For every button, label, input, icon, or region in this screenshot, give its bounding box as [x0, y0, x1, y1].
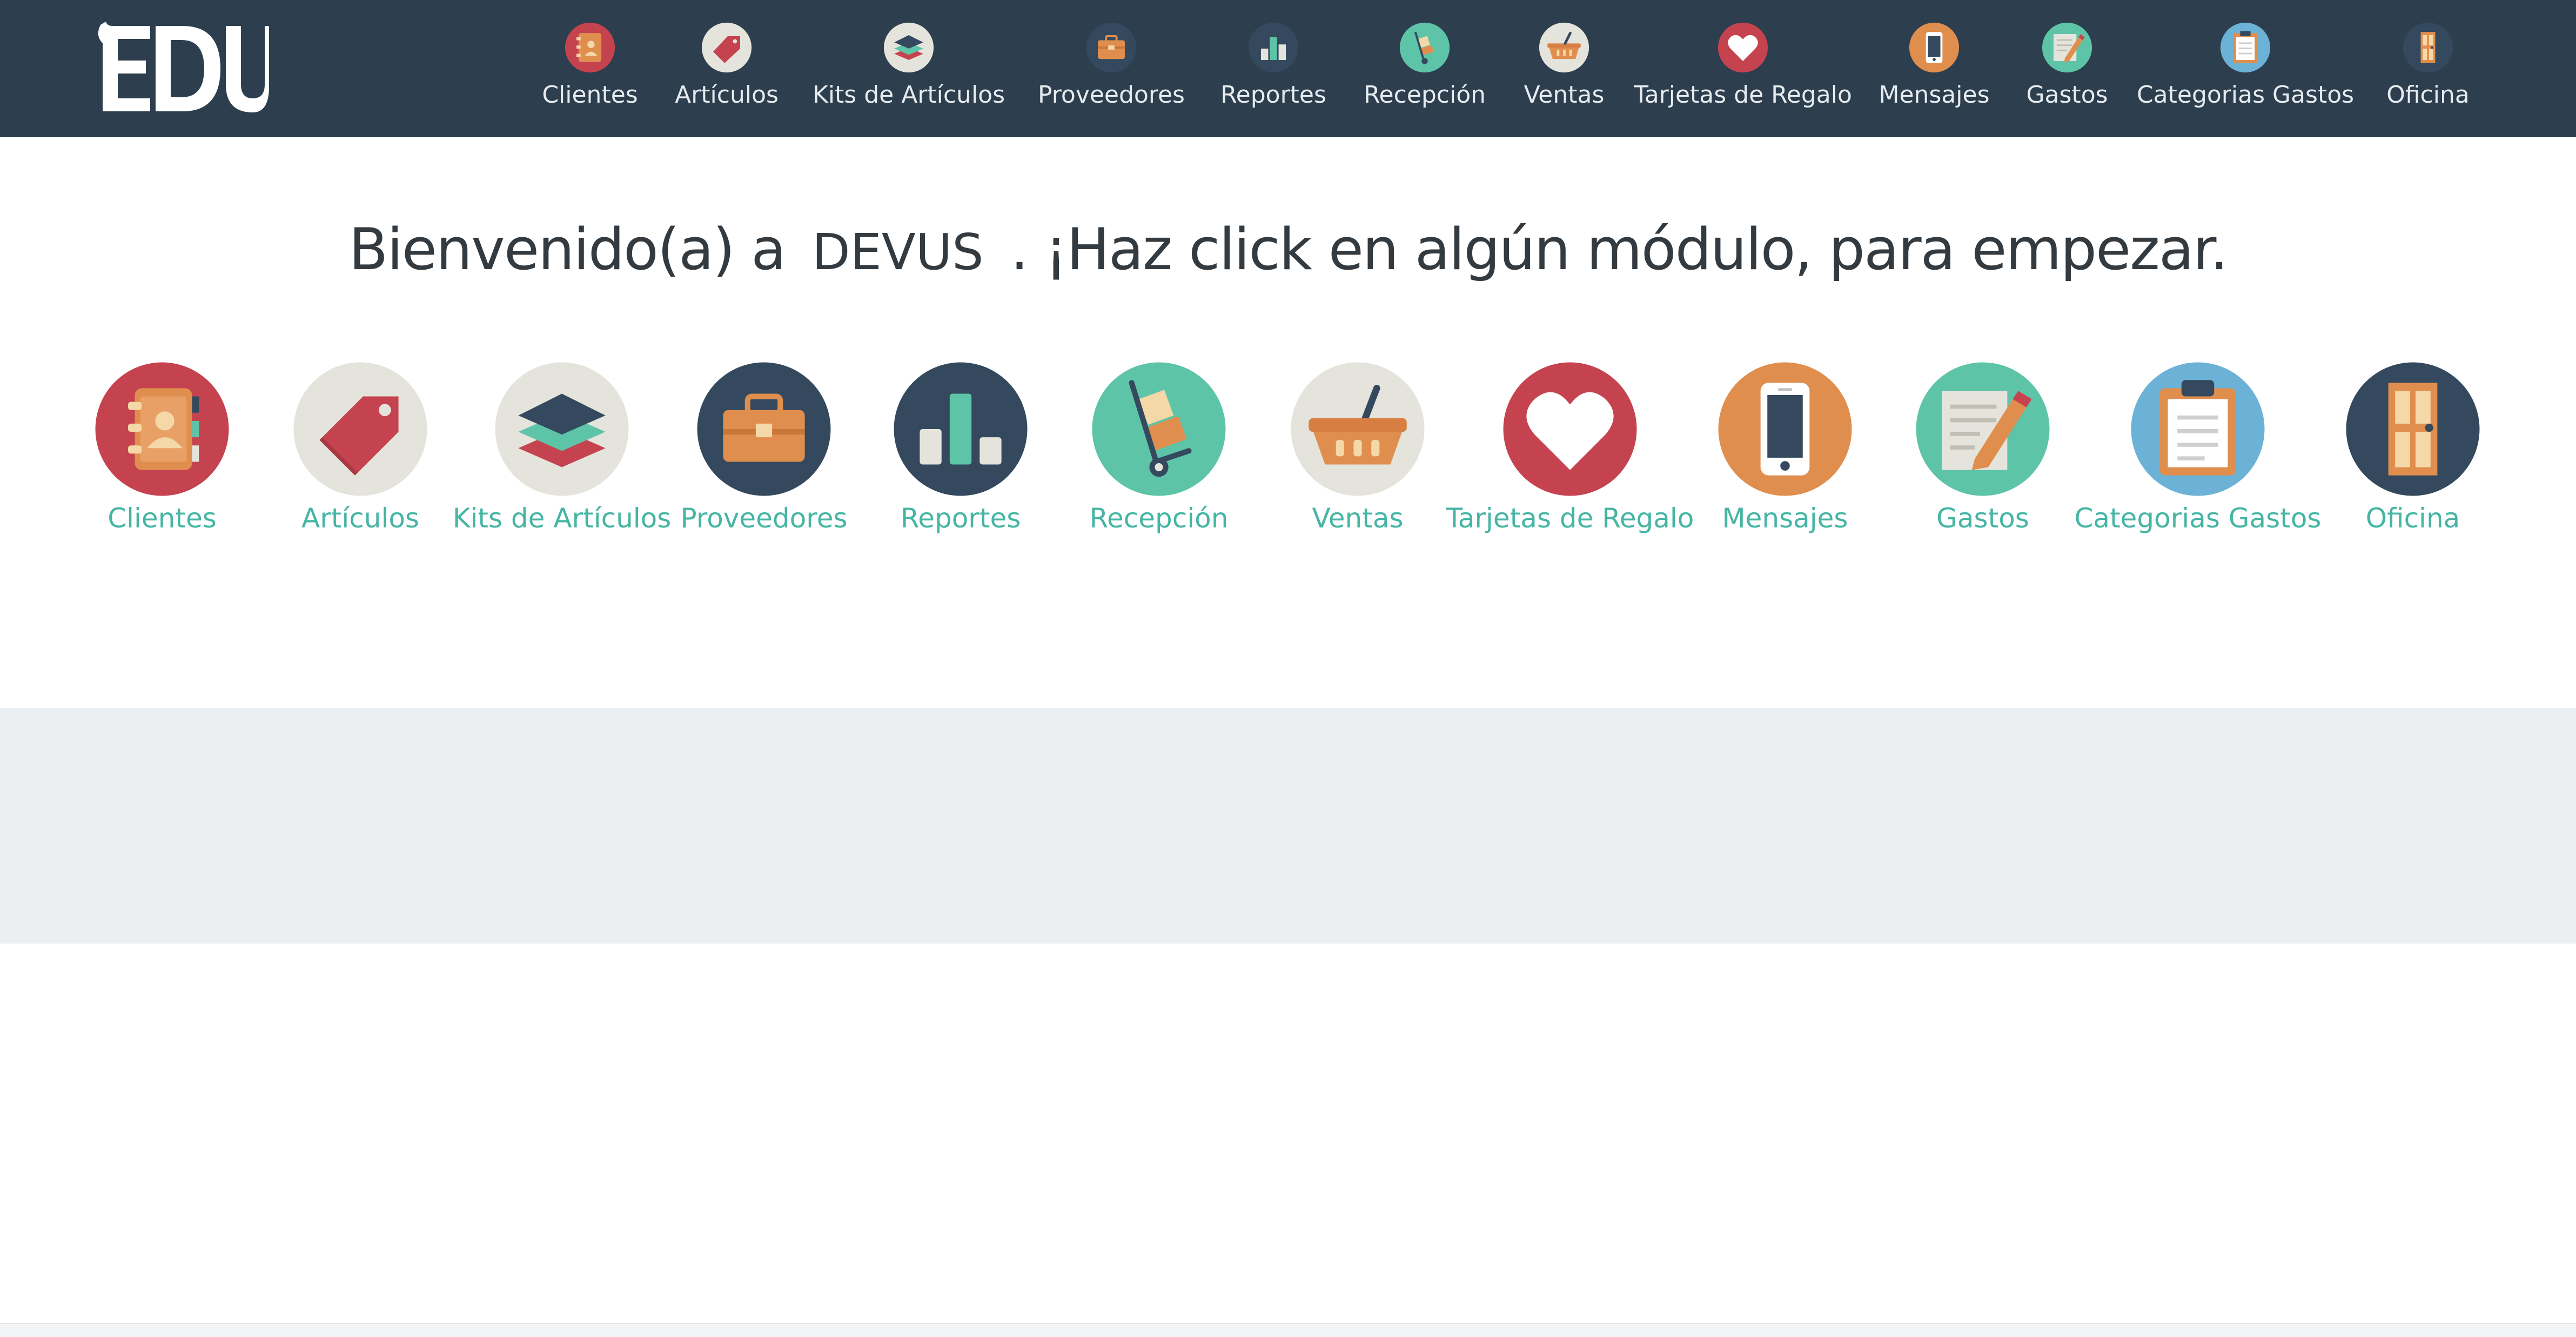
top-navbar: Clientes Artículos Kits de Artículos Pro… — [0, 0, 2576, 137]
module-oficina[interactable]: Oficina — [2299, 361, 2526, 545]
nav-label: Oficina — [2386, 81, 2470, 109]
layers-icon — [494, 361, 630, 497]
nav-item-articulos[interactable]: Artículos — [662, 0, 791, 137]
door-icon — [2402, 22, 2454, 73]
nav-item-kits[interactable]: Kits de Artículos — [813, 0, 1005, 137]
basket-icon — [1538, 22, 1590, 73]
nav-item-ventas[interactable]: Ventas — [1499, 0, 1629, 137]
nav-item-gastos[interactable]: Gastos — [2002, 0, 2132, 137]
tag-icon — [292, 361, 428, 497]
address-book-icon — [94, 361, 230, 497]
welcome-suffix: . ¡Haz click en algún módulo, para empez… — [1010, 216, 2228, 283]
welcome-message: Bienvenido(a) a DEVUS . ¡Haz click en al… — [0, 216, 2576, 283]
clipboard-icon — [2130, 361, 2266, 497]
company-name: DEVUS — [811, 223, 984, 281]
briefcase-icon — [1085, 22, 1137, 73]
nav-item-reportes[interactable]: Reportes — [1209, 0, 1338, 137]
bar-chart-icon — [1247, 22, 1299, 73]
layers-icon — [883, 22, 935, 73]
notepad-pencil-icon — [1915, 361, 2051, 497]
module-tarjetas[interactable]: Tarjetas de Regalo — [1446, 361, 1694, 545]
heart-icon — [1717, 22, 1769, 73]
tag-icon — [701, 22, 753, 73]
app-logo[interactable] — [91, 19, 269, 119]
hand-truck-icon — [1399, 22, 1451, 73]
module-gastos[interactable]: Gastos — [1869, 361, 2096, 545]
heart-icon — [1502, 361, 1638, 497]
address-book-icon — [564, 22, 616, 73]
footer-divider — [0, 1323, 2576, 1337]
basket-icon — [1290, 361, 1426, 497]
content-band — [0, 708, 2576, 944]
nav-item-categorias[interactable]: Categorias Gastos — [2137, 0, 2354, 137]
briefcase-icon — [696, 361, 832, 497]
clipboard-icon — [2219, 22, 2271, 73]
nav-item-clientes[interactable]: Clientes — [525, 0, 655, 137]
nav-item-oficina[interactable]: Oficina — [2363, 0, 2493, 137]
module-label: Oficina — [2365, 503, 2460, 534]
nav-item-mensajes[interactable]: Mensajes — [1869, 0, 1999, 137]
edu-logo-icon — [98, 22, 269, 112]
module-categorias[interactable]: Categorias Gastos — [2075, 361, 2321, 545]
nav-item-tarjetas[interactable]: Tarjetas de Regalo — [1634, 0, 1852, 137]
notepad-pencil-icon — [2041, 22, 2093, 73]
nav-item-recepcion[interactable]: Recepción — [1360, 0, 1490, 137]
phone-icon — [1908, 22, 1960, 73]
nav-item-proveedores[interactable]: Proveedores — [1038, 0, 1185, 137]
bar-chart-icon — [893, 361, 1029, 497]
welcome-prefix: Bienvenido(a) a — [348, 216, 787, 283]
door-icon — [2345, 361, 2481, 497]
hand-truck-icon — [1091, 361, 1227, 497]
phone-icon — [1717, 361, 1853, 497]
